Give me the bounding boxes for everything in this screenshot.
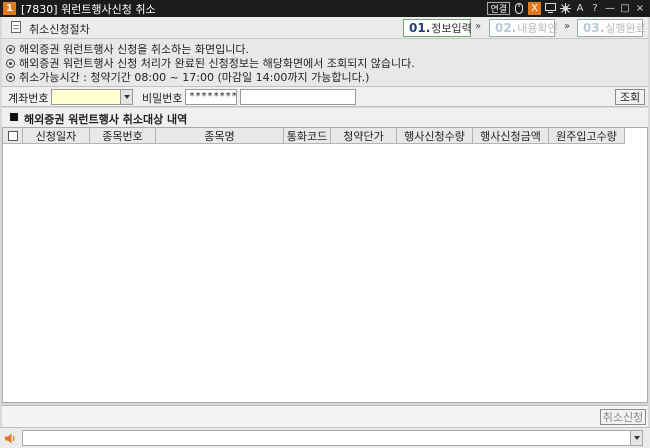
step-separator: »	[564, 21, 570, 32]
window-controls: 연결 X A ? — □ ×	[487, 1, 646, 15]
step-info-input: 01. 정보입력	[403, 19, 472, 37]
window-title: [7830] 워런트행사신청 취소	[21, 2, 156, 16]
query-button[interactable]: 조회	[615, 89, 645, 105]
title-bar: 1 [7830] 워런트행사신청 취소 연결 X A ? — □ ×	[0, 0, 650, 17]
mouse-icon[interactable]	[513, 1, 525, 15]
select-all-column	[3, 128, 23, 144]
section-header: 해외증권 워런트행사 취소대상 내역	[2, 108, 648, 127]
speaker-icon[interactable]	[5, 433, 17, 444]
account-name-field[interactable]	[240, 89, 356, 105]
monitor-icon[interactable]	[544, 1, 556, 15]
password-label: 비밀번호	[142, 92, 183, 105]
info-panel: 해외증권 워런트행사 신청을 취소하는 화면입니다. 해외증권 워런트행사 신청…	[2, 39, 648, 86]
column-header[interactable]: 종목명	[156, 128, 284, 144]
cancel-target-grid[interactable]: 신청일자 종목번호 종목명 통화코드 청약단가 행사신청수량 행사신청금액 원주…	[2, 127, 648, 403]
compass-icon[interactable]	[559, 1, 571, 15]
column-header[interactable]: 원주입고수량	[549, 128, 625, 144]
document-icon	[11, 21, 21, 33]
connect-button[interactable]: 연결	[487, 1, 510, 15]
column-header[interactable]: 종목번호	[90, 128, 156, 144]
bullet-icon	[6, 72, 15, 82]
close-screen-icon[interactable]: X	[528, 1, 541, 15]
action-bar: 취소신청	[2, 405, 648, 427]
column-header[interactable]: 통화코드	[284, 128, 331, 144]
column-header[interactable]: 행사신청수량	[397, 128, 473, 144]
step-content-confirm: 02. 내용확인	[489, 19, 558, 37]
account-label: 계좌번호	[8, 92, 49, 105]
account-number-field[interactable]	[51, 89, 133, 105]
input-row: 계좌번호 비밀번호 ******** 조회	[2, 86, 648, 107]
close-button[interactable]: ×	[634, 1, 646, 15]
grid-header: 신청일자 종목번호 종목명 통화코드 청약단가 행사신청수량 행사신청금액 원주…	[3, 128, 625, 144]
cancel-request-button[interactable]: 취소신청	[600, 409, 646, 425]
step-separator: »	[475, 21, 481, 32]
select-all-checkbox[interactable]	[7, 130, 18, 141]
font-size-button[interactable]: A	[574, 1, 586, 15]
account-dropdown-button[interactable]	[120, 90, 132, 104]
process-step-bar: 취소신청절차 01. 정보입력 » 02. 내용확인 » 03. 실행완료	[2, 17, 648, 39]
column-header[interactable]: 청약단가	[331, 128, 397, 144]
message-dropdown-button[interactable]	[630, 431, 642, 445]
bullet-icon	[6, 58, 15, 68]
status-message-field[interactable]	[22, 430, 643, 446]
window-number-badge: 1	[3, 2, 16, 15]
column-header[interactable]: 행사신청금액	[473, 128, 549, 144]
bullet-icon	[6, 44, 15, 54]
password-field[interactable]: ********	[185, 89, 237, 105]
info-line: 취소가능시간 : 청약기간 08:00 ~ 17:00 (마감일 14:00까지…	[6, 69, 369, 85]
column-header[interactable]: 신청일자	[23, 128, 90, 144]
step-execution-complete: 03. 실행완료	[577, 19, 646, 37]
maximize-button[interactable]: □	[619, 1, 631, 15]
process-label: 취소신청절차	[29, 23, 90, 36]
status-bar	[0, 427, 650, 448]
minimize-button[interactable]: —	[604, 1, 616, 15]
help-button[interactable]: ?	[589, 1, 601, 15]
square-bullet-icon	[10, 113, 18, 121]
section-title: 해외증권 워런트행사 취소대상 내역	[24, 113, 188, 126]
